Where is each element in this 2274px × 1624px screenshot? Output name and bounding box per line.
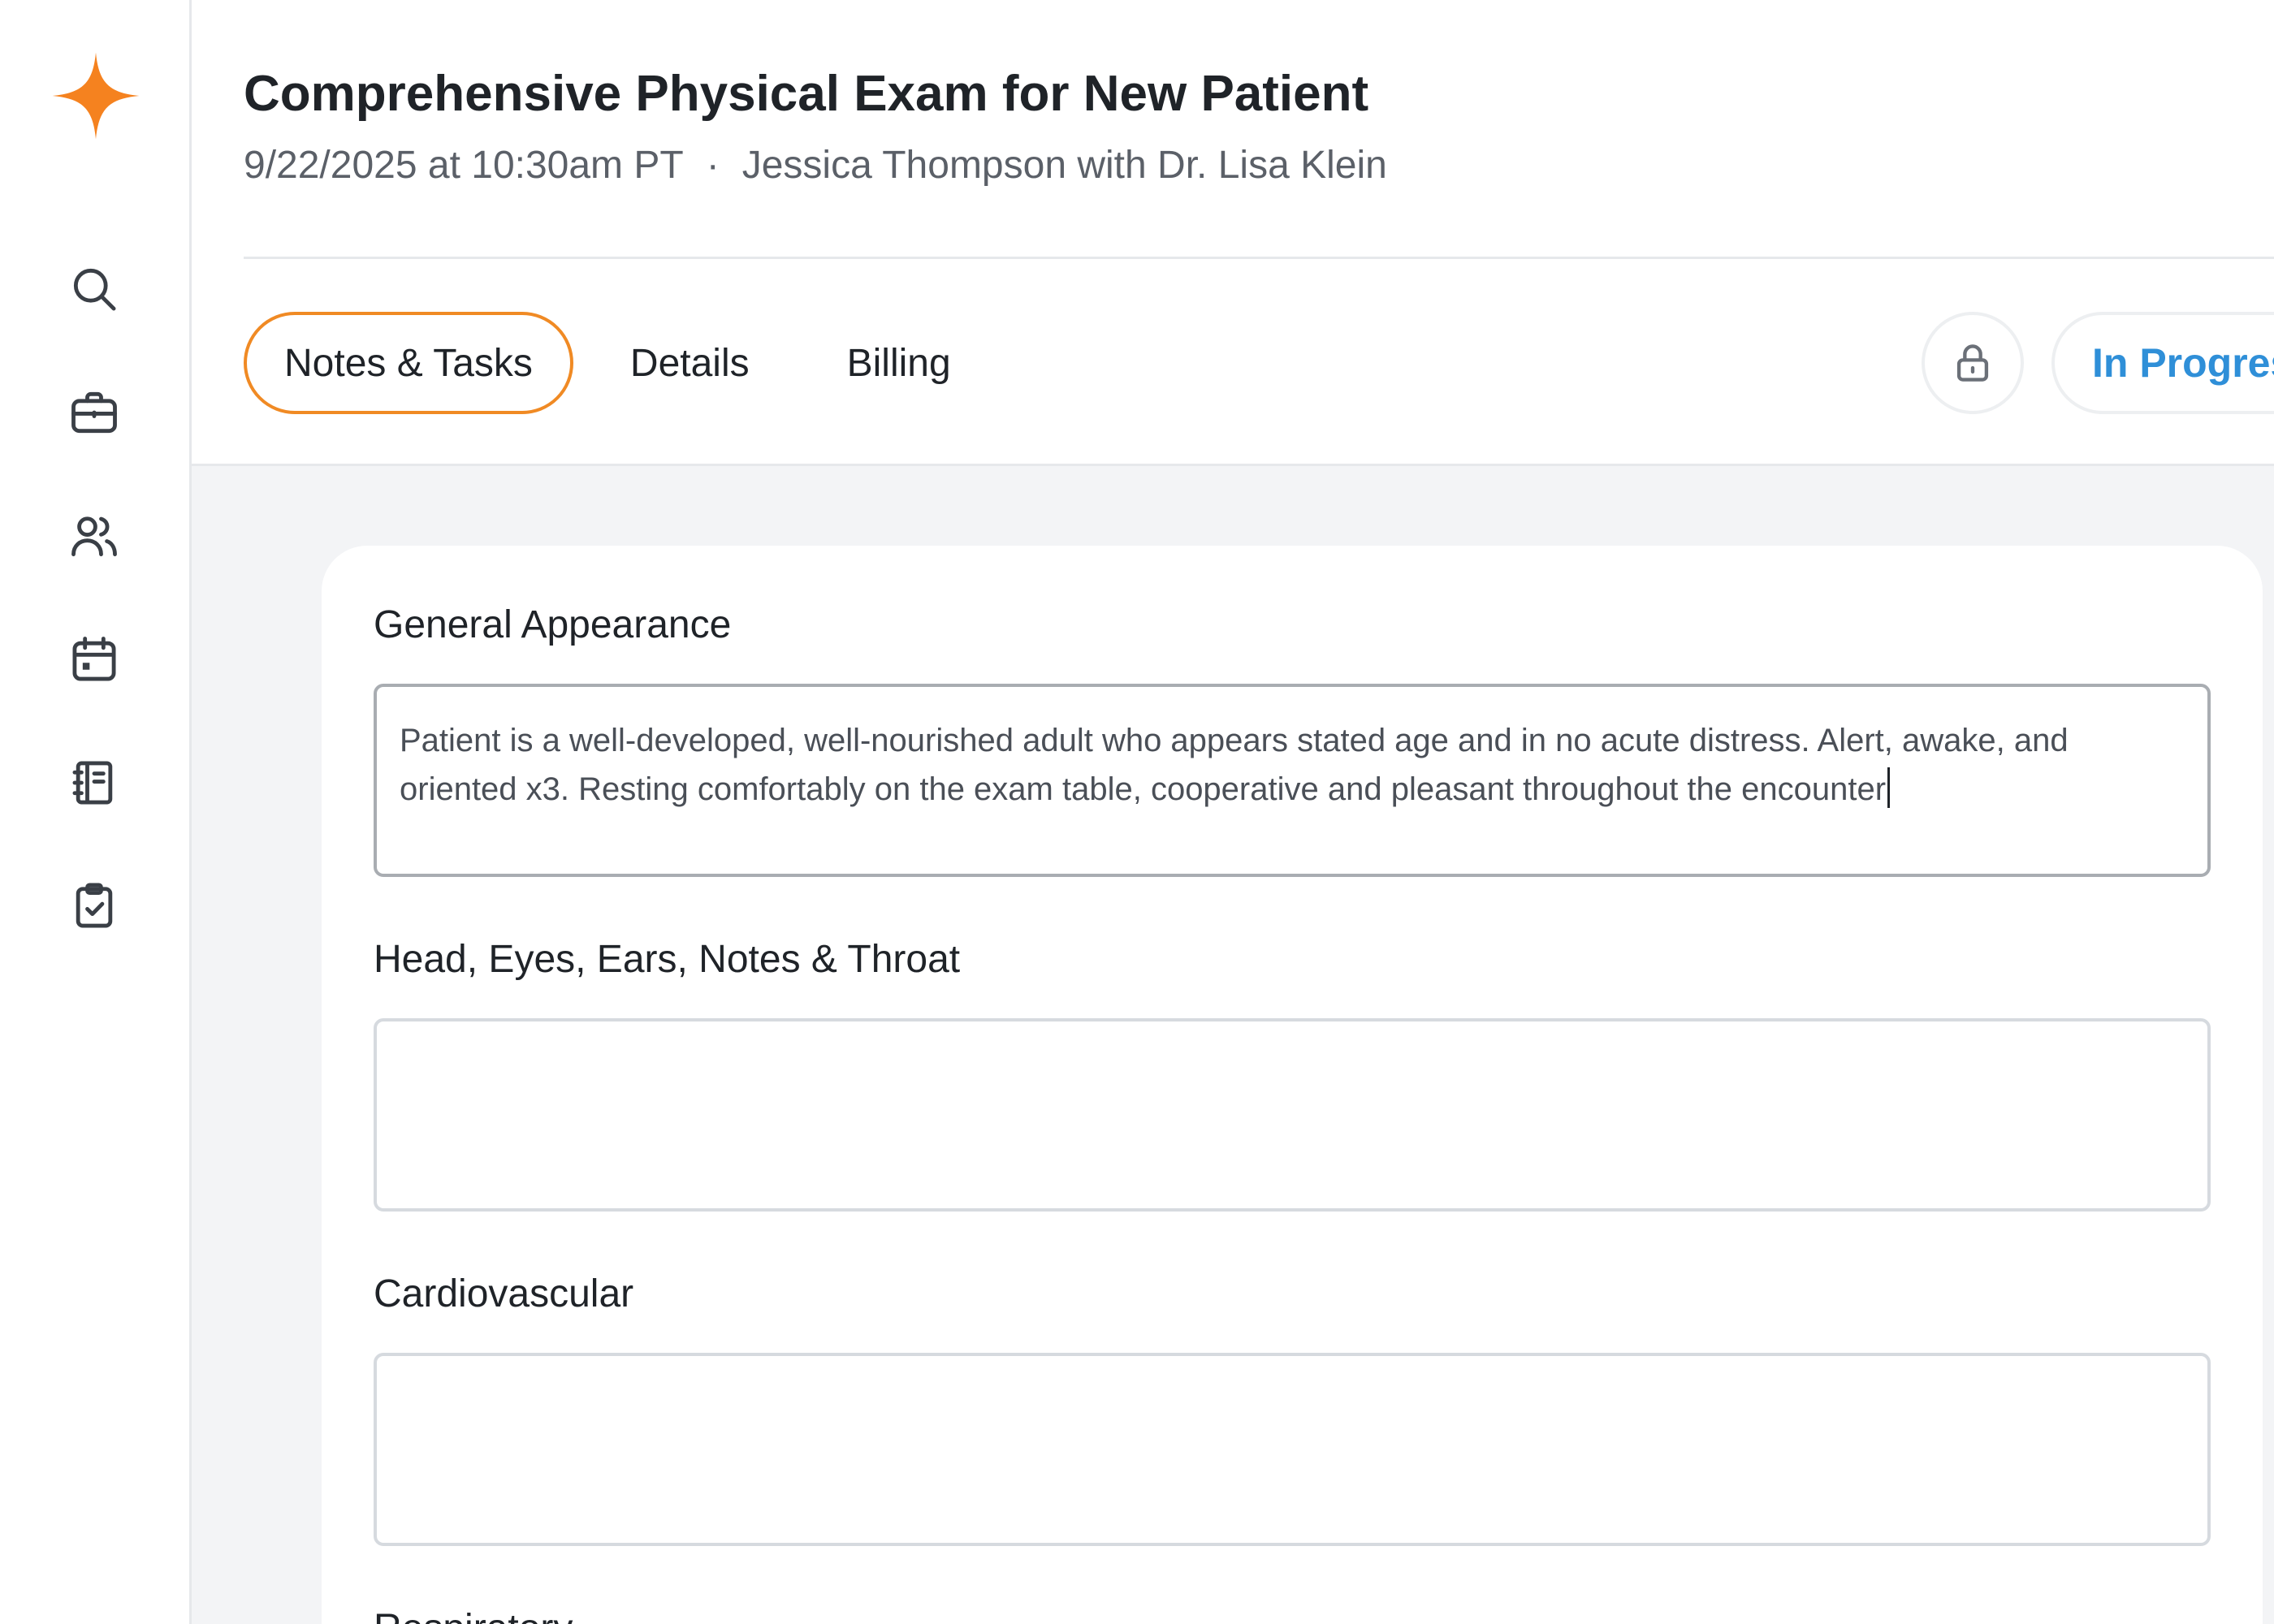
sidebar-item-notes[interactable] [58, 747, 130, 818]
header-divider [244, 257, 2274, 259]
app: Comprehensive Physical Exam for New Pati… [0, 0, 2274, 1624]
main-content[interactable]: General Appearance Patient is a well-dev… [192, 466, 2274, 1624]
briefcase-icon [71, 391, 117, 434]
field-label-cardiovascular: Cardiovascular [374, 1272, 634, 1315]
heent-textarea[interactable] [374, 1018, 2211, 1212]
sidebar-item-calendar[interactable] [58, 624, 130, 695]
page-title: Comprehensive Physical Exam for New Pati… [244, 66, 1369, 122]
clipboard-check-icon [76, 883, 113, 928]
text-caret [1887, 767, 1891, 808]
sidebar-item-search[interactable] [58, 253, 130, 325]
sparkle-logo[interactable] [49, 49, 143, 143]
general-appearance-textarea[interactable]: Patient is a well-developed, well-nouris… [374, 684, 2211, 877]
exam-form-card: General Appearance Patient is a well-dev… [322, 546, 2263, 1624]
status-button[interactable]: In Progress [2051, 312, 2274, 414]
meta-separator: · [706, 144, 720, 187]
appointment-participants: Jessica Thompson with Dr. Lisa Klein [741, 144, 1387, 187]
calendar-icon [72, 637, 116, 681]
cardiovascular-textarea[interactable] [374, 1353, 2211, 1546]
sidebar-item-patients[interactable] [58, 500, 130, 572]
general-appearance-value: Patient is a well-developed, well-nouris… [400, 723, 2069, 808]
search-icon [73, 268, 116, 311]
tab-bar: Notes & Tasks Details Billing [244, 312, 992, 414]
tab-notes-tasks[interactable]: Notes & Tasks [244, 312, 573, 414]
sidebar-item-tasks[interactable] [58, 870, 130, 942]
sidebar-item-cases[interactable] [58, 377, 130, 448]
lock-icon [1956, 344, 1989, 382]
appointment-datetime: 9/22/2025 at 10:30am PT [244, 144, 684, 187]
sidebar [0, 0, 192, 1624]
notebook-icon [72, 761, 113, 805]
field-label-heent: Head, Eyes, Ears, Notes & Throat [374, 938, 961, 981]
tab-details[interactable]: Details [590, 312, 790, 414]
page-header: Comprehensive Physical Exam for New Pati… [192, 0, 2274, 466]
field-label-respiratory: Respiratory [374, 1606, 573, 1624]
lock-button[interactable] [1922, 312, 2024, 414]
field-label-general-appearance: General Appearance [374, 603, 732, 646]
tab-billing[interactable]: Billing [806, 312, 992, 414]
appointment-meta: 9/22/2025 at 10:30am PT · Jessica Thompson… [244, 143, 1387, 188]
users-icon [71, 516, 117, 557]
